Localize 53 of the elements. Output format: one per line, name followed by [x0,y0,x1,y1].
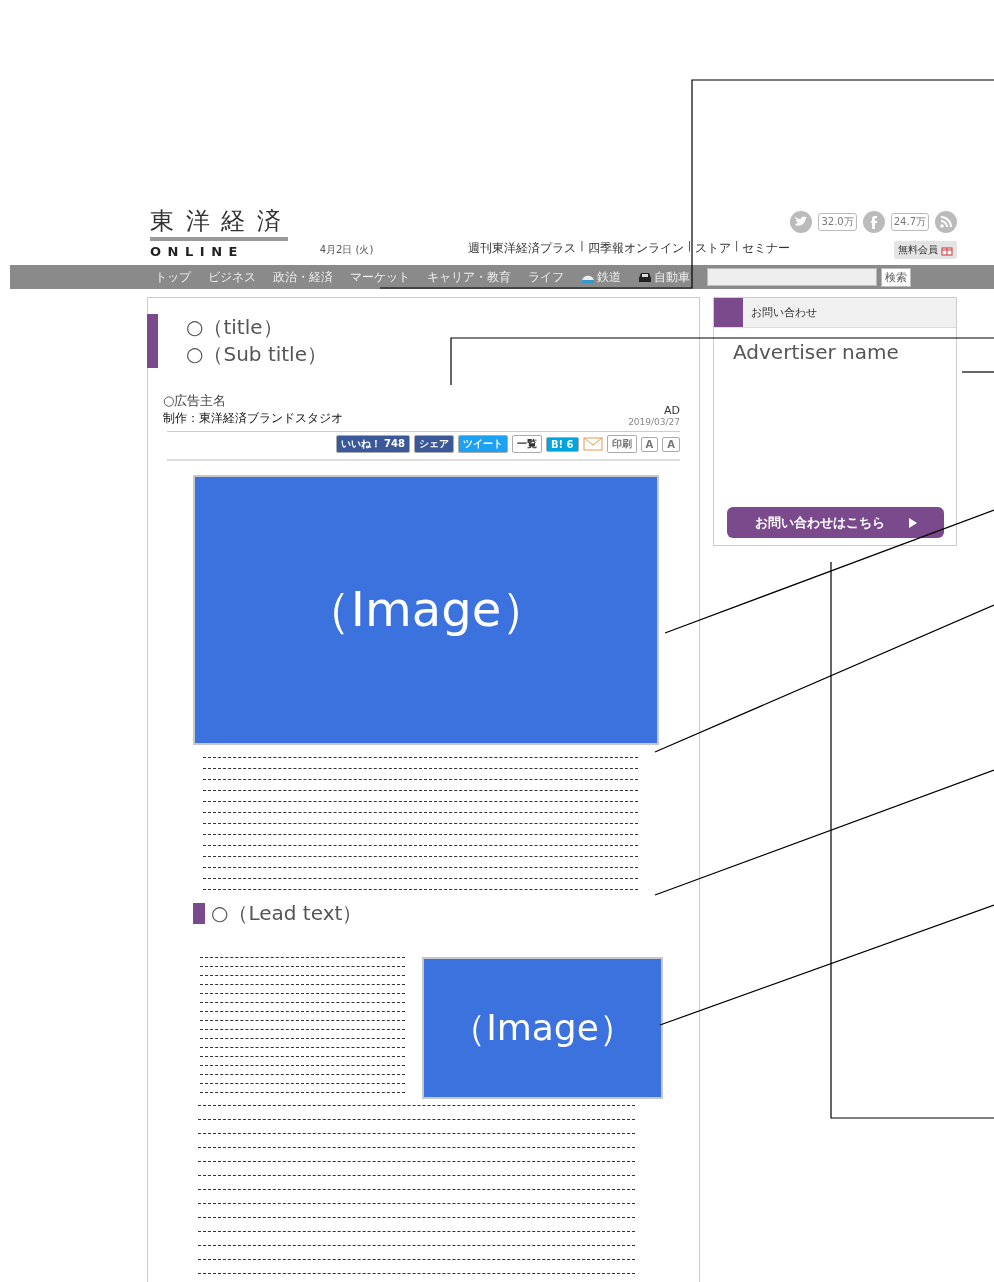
share-button[interactable]: A [640,436,659,452]
nav-item[interactable]: ビジネス [208,268,256,286]
accent-bar [193,903,205,924]
nav-item[interactable]: キャリア・教育 [427,268,511,286]
accent-square [714,298,743,327]
member-button[interactable]: 無料会員 [894,241,957,259]
nav-item[interactable]: マーケット [350,268,410,286]
picture: （Image） [422,957,663,1099]
share-button[interactable]: いいね！ 748 [335,435,410,453]
sidebar-advertiser: Advertiser name [733,340,900,364]
header-link[interactable]: セミナー [742,240,791,257]
header-link[interactable]: ストア [695,240,732,257]
nav-item[interactable]: 鉄道 [581,268,621,286]
header-link[interactable]: 週刊東洋経済プラス [468,240,577,257]
follower-count: 24.7万 [890,213,929,231]
share-button[interactable]: 一覧 [511,435,542,453]
mail-icon[interactable] [582,437,603,451]
accent-bar [147,314,158,368]
play-icon [908,517,917,528]
gift-icon [941,244,953,256]
nav-item[interactable]: 政治・経済 [273,268,333,286]
separator-text: | [580,240,584,254]
search-button[interactable]: 検索 [881,267,911,287]
logo-title: 東 洋 経 済 [150,207,284,235]
separator-text: | [687,240,692,254]
credit-text: 制作：東洋経済ブランドスタジオ [163,410,343,427]
rss-icon[interactable] [935,211,957,233]
separator-text: | [735,240,739,254]
share-button[interactable]: B! 6 [545,436,579,452]
nav-item[interactable]: 自動車 [638,268,690,286]
search-field[interactable] [707,268,877,286]
date-text: 4月2日 (火) [319,243,374,257]
advertiser-name: ○広告主名 [163,392,228,410]
share-button[interactable]: ツイート [457,435,508,453]
facebook-icon[interactable] [862,211,885,233]
ad-label: AD [664,404,680,417]
share-button[interactable]: A [662,436,680,452]
bird-icon[interactable] [790,211,813,233]
nav-item[interactable]: ライフ [528,268,564,286]
car-icon [638,271,652,283]
lead-text: ○（Lead text） [211,900,363,927]
header-link[interactable]: 四季報オンライン [587,240,684,257]
share-button[interactable]: 印刷 [606,435,637,453]
contact-heading: お問い合わせ [751,305,817,320]
article-title: ○（title） [186,314,284,341]
article-subtitle: ○（Sub title） [186,341,327,368]
contact-button[interactable]: お問い合わせはこちら [727,507,944,538]
share-button[interactable]: シェア [413,435,454,453]
nav-item[interactable]: トップ [155,268,191,286]
follower-count: 32.0万 [818,213,857,231]
publish-date: 2019/03/27 [628,417,680,427]
picture: （Image） [193,475,659,745]
logo-subtitle: O N L I N E [150,244,240,259]
